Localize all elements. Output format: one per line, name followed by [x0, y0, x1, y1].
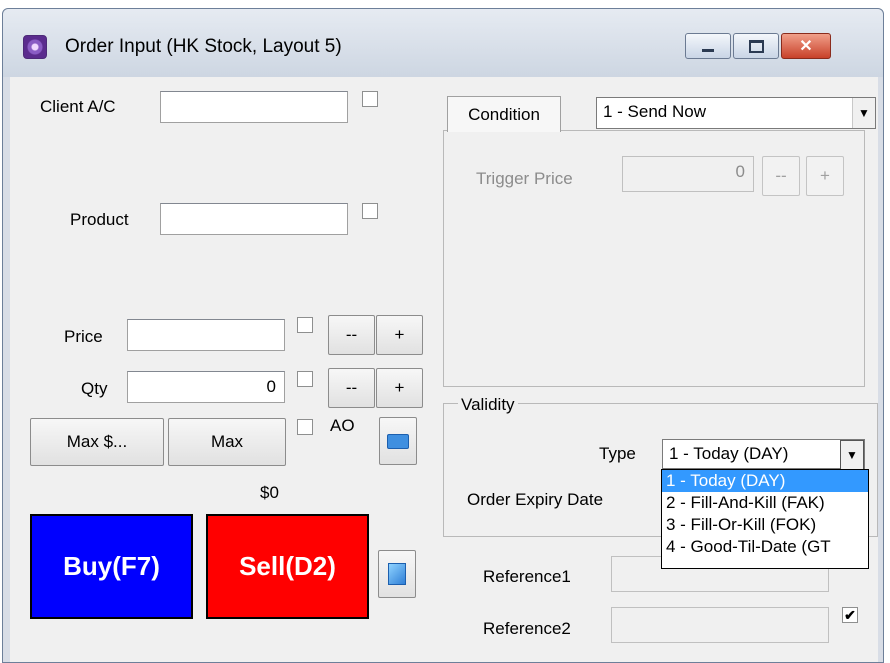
price-increment-button[interactable]: +	[376, 315, 423, 355]
maximize-button[interactable]	[733, 33, 779, 59]
validity-type-selected-value: 1 - Today (DAY)	[669, 444, 789, 463]
validity-type-dropdown-list: 1 - Today (DAY) 2 - Fill-And-Kill (FAK) …	[661, 469, 869, 569]
max-dollar-button[interactable]: Max $...	[30, 418, 164, 466]
price-checkbox[interactable]	[297, 317, 313, 333]
amount-display: $0	[260, 483, 279, 502]
qty-checkbox[interactable]	[297, 371, 313, 387]
product-input[interactable]	[160, 203, 348, 235]
validity-option[interactable]: 3 - Fill-Or-Kill (FOK)	[662, 514, 868, 536]
order-input-window: Order Input (HK Stock, Layout 5) ✕ Clien…	[2, 8, 884, 663]
title-bar[interactable]: Order Input (HK Stock, Layout 5) ✕	[3, 9, 883, 77]
maximize-icon	[748, 39, 764, 53]
price-decrement-button[interactable]: --	[328, 315, 375, 355]
reference2-checkbox[interactable]: ✔	[842, 607, 858, 623]
tab-condition-label: Condition	[468, 104, 540, 124]
client-area: Client A/C Product Price -- + Qty 0 -- +…	[10, 77, 878, 662]
trigger-decrement-button[interactable]: --	[762, 156, 800, 196]
client-ac-checkbox[interactable]	[362, 91, 378, 107]
validity-option[interactable]: 1 - Today (DAY)	[662, 470, 868, 492]
app-icon	[23, 35, 47, 59]
qty-input[interactable]: 0	[127, 371, 285, 403]
window-title: Order Input (HK Stock, Layout 5)	[65, 36, 342, 57]
dropdown-arrow-icon: ▼	[852, 98, 875, 128]
client-ac-label: Client A/C	[40, 97, 116, 116]
keyboard-button[interactable]	[379, 417, 417, 465]
minimize-button[interactable]	[685, 33, 731, 59]
client-ac-input[interactable]	[160, 91, 348, 123]
validity-option[interactable]: 2 - Fill-And-Kill (FAK)	[662, 492, 868, 514]
close-icon: ✕	[799, 38, 813, 55]
qty-increment-button[interactable]: +	[376, 368, 423, 408]
trigger-price-input[interactable]: 0	[622, 156, 754, 192]
notepad-icon	[388, 563, 406, 585]
reference1-label: Reference1	[483, 567, 571, 586]
product-label: Product	[70, 210, 129, 229]
condition-selected-value: 1 - Send Now	[603, 102, 706, 121]
price-input[interactable]	[127, 319, 285, 351]
ao-label: AO	[330, 416, 355, 435]
validity-type-select[interactable]: 1 - Today (DAY) ▼	[662, 439, 865, 470]
validity-type-label: Type	[599, 444, 636, 463]
tab-condition[interactable]: Condition	[447, 96, 561, 132]
validity-group-label: Validity	[458, 395, 518, 415]
condition-select[interactable]: 1 - Send Now ▼	[596, 97, 876, 129]
checkmark-icon: ✔	[844, 607, 856, 623]
max-button[interactable]: Max	[168, 418, 286, 466]
qty-decrement-button[interactable]: --	[328, 368, 375, 408]
keyboard-icon	[387, 433, 409, 449]
qty-label: Qty	[81, 379, 108, 398]
reference2-input[interactable]	[611, 607, 829, 643]
minimize-icon	[702, 48, 714, 52]
validity-dropdown-arrow-icon: ▼	[840, 440, 864, 470]
notes-button[interactable]	[378, 550, 416, 598]
trigger-increment-button[interactable]: +	[806, 156, 844, 196]
trigger-price-label: Trigger Price	[476, 169, 573, 188]
reference2-label: Reference2	[483, 619, 571, 638]
order-expiry-label: Order Expiry Date	[467, 490, 604, 509]
ao-checkbox[interactable]	[297, 419, 313, 435]
sell-button[interactable]: Sell(D2)	[206, 514, 369, 619]
validity-option[interactable]: 4 - Good-Til-Date (GT	[662, 536, 868, 558]
buy-button[interactable]: Buy(F7)	[30, 514, 193, 619]
price-label: Price	[64, 327, 103, 346]
close-button[interactable]: ✕	[781, 33, 831, 59]
product-checkbox[interactable]	[362, 203, 378, 219]
